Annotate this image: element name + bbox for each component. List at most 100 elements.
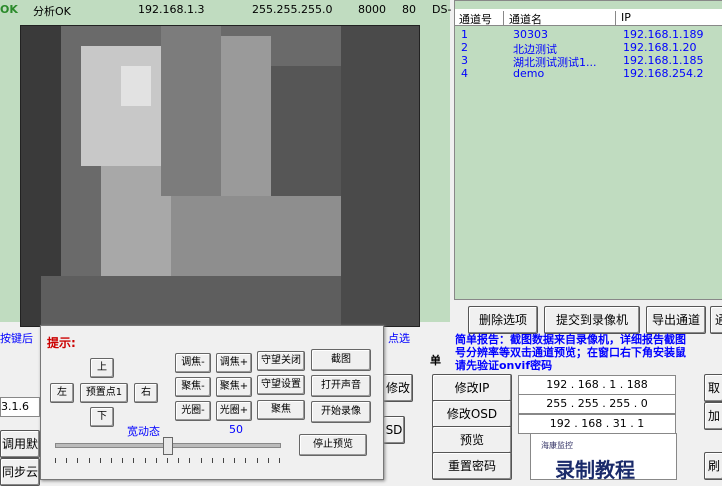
channel-list-panel[interactable]: 通道号 通道名 IP 1 30303 192.168.1.189 2 北边测试 … xyxy=(454,0,722,300)
row-num: 1 xyxy=(461,28,468,41)
focus-gather-button[interactable]: 聚焦 xyxy=(257,400,305,420)
ptz-up-button[interactable]: 上 xyxy=(90,358,114,378)
modify-partial-button[interactable]: 修改 xyxy=(383,374,413,402)
slider-tick xyxy=(178,458,180,463)
side-button-3[interactable]: 刷 xyxy=(704,452,722,480)
snapshot-button[interactable]: 截图 xyxy=(311,349,371,371)
single-label: 单 xyxy=(430,354,441,367)
channel-list-header: 通道号 通道名 IP xyxy=(455,9,722,26)
port1-text: 8000 xyxy=(358,3,386,16)
preview-button[interactable]: 预览 xyxy=(432,426,512,454)
guard-close-button[interactable]: 守望关闭 xyxy=(257,351,305,371)
wdr-slider-thumb[interactable] xyxy=(163,437,173,455)
reset-password-button[interactable]: 重置密码 xyxy=(432,452,512,480)
slider-tick xyxy=(99,458,101,463)
sync-cloud-button[interactable]: 同步云 xyxy=(0,458,40,486)
hint-partial: 按键后 xyxy=(0,332,33,345)
slider-tick xyxy=(66,458,68,463)
col-channel-num[interactable]: 通道号 xyxy=(455,11,504,26)
report-text: 简单报告：截图数据来自录像机，详细报告截图 号分辨率等双击通道预览；在窗口右下角… xyxy=(455,333,722,372)
wdr-label: 宽动态 xyxy=(127,425,160,438)
slider-tick xyxy=(111,458,112,463)
zoom-plus-button[interactable]: 聚焦+ xyxy=(216,377,252,397)
video-preview[interactable] xyxy=(20,25,420,327)
start-record-button[interactable]: 开始录像 xyxy=(311,401,371,423)
dialog-hint-title: 提示: xyxy=(47,336,76,350)
row-num: 4 xyxy=(461,67,468,80)
video-block xyxy=(271,66,341,196)
slider-tick xyxy=(200,458,202,463)
partial-button[interactable]: 通 xyxy=(710,306,722,334)
row-ip: 192.168.254.2 xyxy=(623,67,704,80)
slider-tick xyxy=(77,458,79,463)
slider-tick xyxy=(167,458,168,463)
point-select-partial: 点选 xyxy=(388,332,410,345)
osd-partial-button[interactable]: SD xyxy=(383,416,405,444)
slider-tick xyxy=(144,458,146,463)
video-block xyxy=(221,36,271,196)
ip-partial-field[interactable]: 3.1.6 xyxy=(0,397,40,417)
slider-tick xyxy=(55,458,56,463)
modify-osd-button[interactable]: 修改OSD xyxy=(432,400,512,428)
focus-minus-button[interactable]: 调焦- xyxy=(175,353,211,373)
preset-point-button[interactable]: 预置点1 xyxy=(80,383,128,403)
export-channel-button[interactable]: 导出通道 xyxy=(646,306,706,334)
wdr-value: 50 xyxy=(229,423,243,436)
slider-tick xyxy=(256,458,258,463)
call-default-button[interactable]: 调用默 xyxy=(0,430,40,458)
row-ip: 192.168.1.20 xyxy=(623,41,697,54)
row-num: 3 xyxy=(461,54,468,67)
row-name: demo xyxy=(513,67,545,80)
mask-field[interactable]: 255 . 255 . 255 . 0 xyxy=(518,394,676,414)
zoom-minus-button[interactable]: 聚焦- xyxy=(175,377,211,397)
ptz-control-dialog[interactable]: 提示: 上 左 预置点1 右 下 调焦- 调焦+ 守望关闭 截图 聚焦- 聚焦+… xyxy=(40,325,384,480)
ip-text: 192.168.1.3 xyxy=(138,3,205,16)
video-block xyxy=(81,46,161,166)
tutorial-thumbnail[interactable]: 海康监控 录制教程 xyxy=(530,433,677,482)
gateway-field[interactable]: 192 . 168 . 31 . 1 xyxy=(518,414,676,434)
side-button-2[interactable]: 加 xyxy=(704,402,722,430)
ptz-right-button[interactable]: 右 xyxy=(134,383,158,403)
delete-option-button[interactable]: 删除选项 xyxy=(468,306,538,334)
video-block xyxy=(171,196,351,286)
slider-tick xyxy=(211,458,213,463)
slider-tick xyxy=(267,458,269,463)
open-sound-button[interactable]: 打开声音 xyxy=(311,375,371,397)
stop-preview-button[interactable]: 停止预览 xyxy=(299,434,367,456)
wdr-slider-ticks xyxy=(55,458,280,464)
col-channel-name[interactable]: 通道名 xyxy=(505,11,616,26)
device-row[interactable]: OK 分析OK 192.168.1.3 255.255.255.0 8000 8… xyxy=(0,0,452,22)
iris-minus-button[interactable]: 光圈- xyxy=(175,401,211,421)
ok-label: OK xyxy=(0,3,18,16)
col-ip[interactable]: IP xyxy=(617,11,721,25)
video-block xyxy=(121,66,151,106)
row-ip: 192.168.1.189 xyxy=(623,28,704,41)
mask-text: 255.255.255.0 xyxy=(252,3,333,16)
video-block xyxy=(41,276,341,326)
modify-ip-button[interactable]: 修改IP xyxy=(432,374,512,402)
port2-text: 80 xyxy=(402,3,416,16)
slider-tick xyxy=(122,458,124,463)
brand-text: 海康监控 xyxy=(541,441,573,450)
ptz-left-button[interactable]: 左 xyxy=(50,383,74,403)
row-name: 30303 xyxy=(513,28,548,41)
video-block xyxy=(341,26,419,326)
submit-to-recorder-button[interactable]: 提交到录像机 xyxy=(544,306,640,334)
iris-plus-button[interactable]: 光圈+ xyxy=(216,401,252,421)
slider-tick xyxy=(155,458,157,463)
slider-tick xyxy=(133,458,135,463)
slider-tick xyxy=(189,458,191,463)
status-text: 分析OK xyxy=(33,5,71,18)
focus-plus-button[interactable]: 调焦+ xyxy=(216,353,252,373)
side-button-1[interactable]: 取 xyxy=(704,374,722,402)
video-block xyxy=(161,26,221,196)
slider-tick xyxy=(234,458,236,463)
ip-field[interactable]: 192 . 168 . 1 . 188 xyxy=(518,375,676,395)
guard-set-button[interactable]: 守望设置 xyxy=(257,375,305,395)
report-line: 请先验证onvif密码 xyxy=(455,359,553,372)
ptz-down-button[interactable]: 下 xyxy=(90,407,114,427)
slider-tick xyxy=(245,458,247,463)
ds-text: DS- xyxy=(432,3,452,16)
report-line: 简单报告：截图数据来自录像机，详细报告截图 xyxy=(455,333,686,346)
slider-tick xyxy=(279,458,280,463)
